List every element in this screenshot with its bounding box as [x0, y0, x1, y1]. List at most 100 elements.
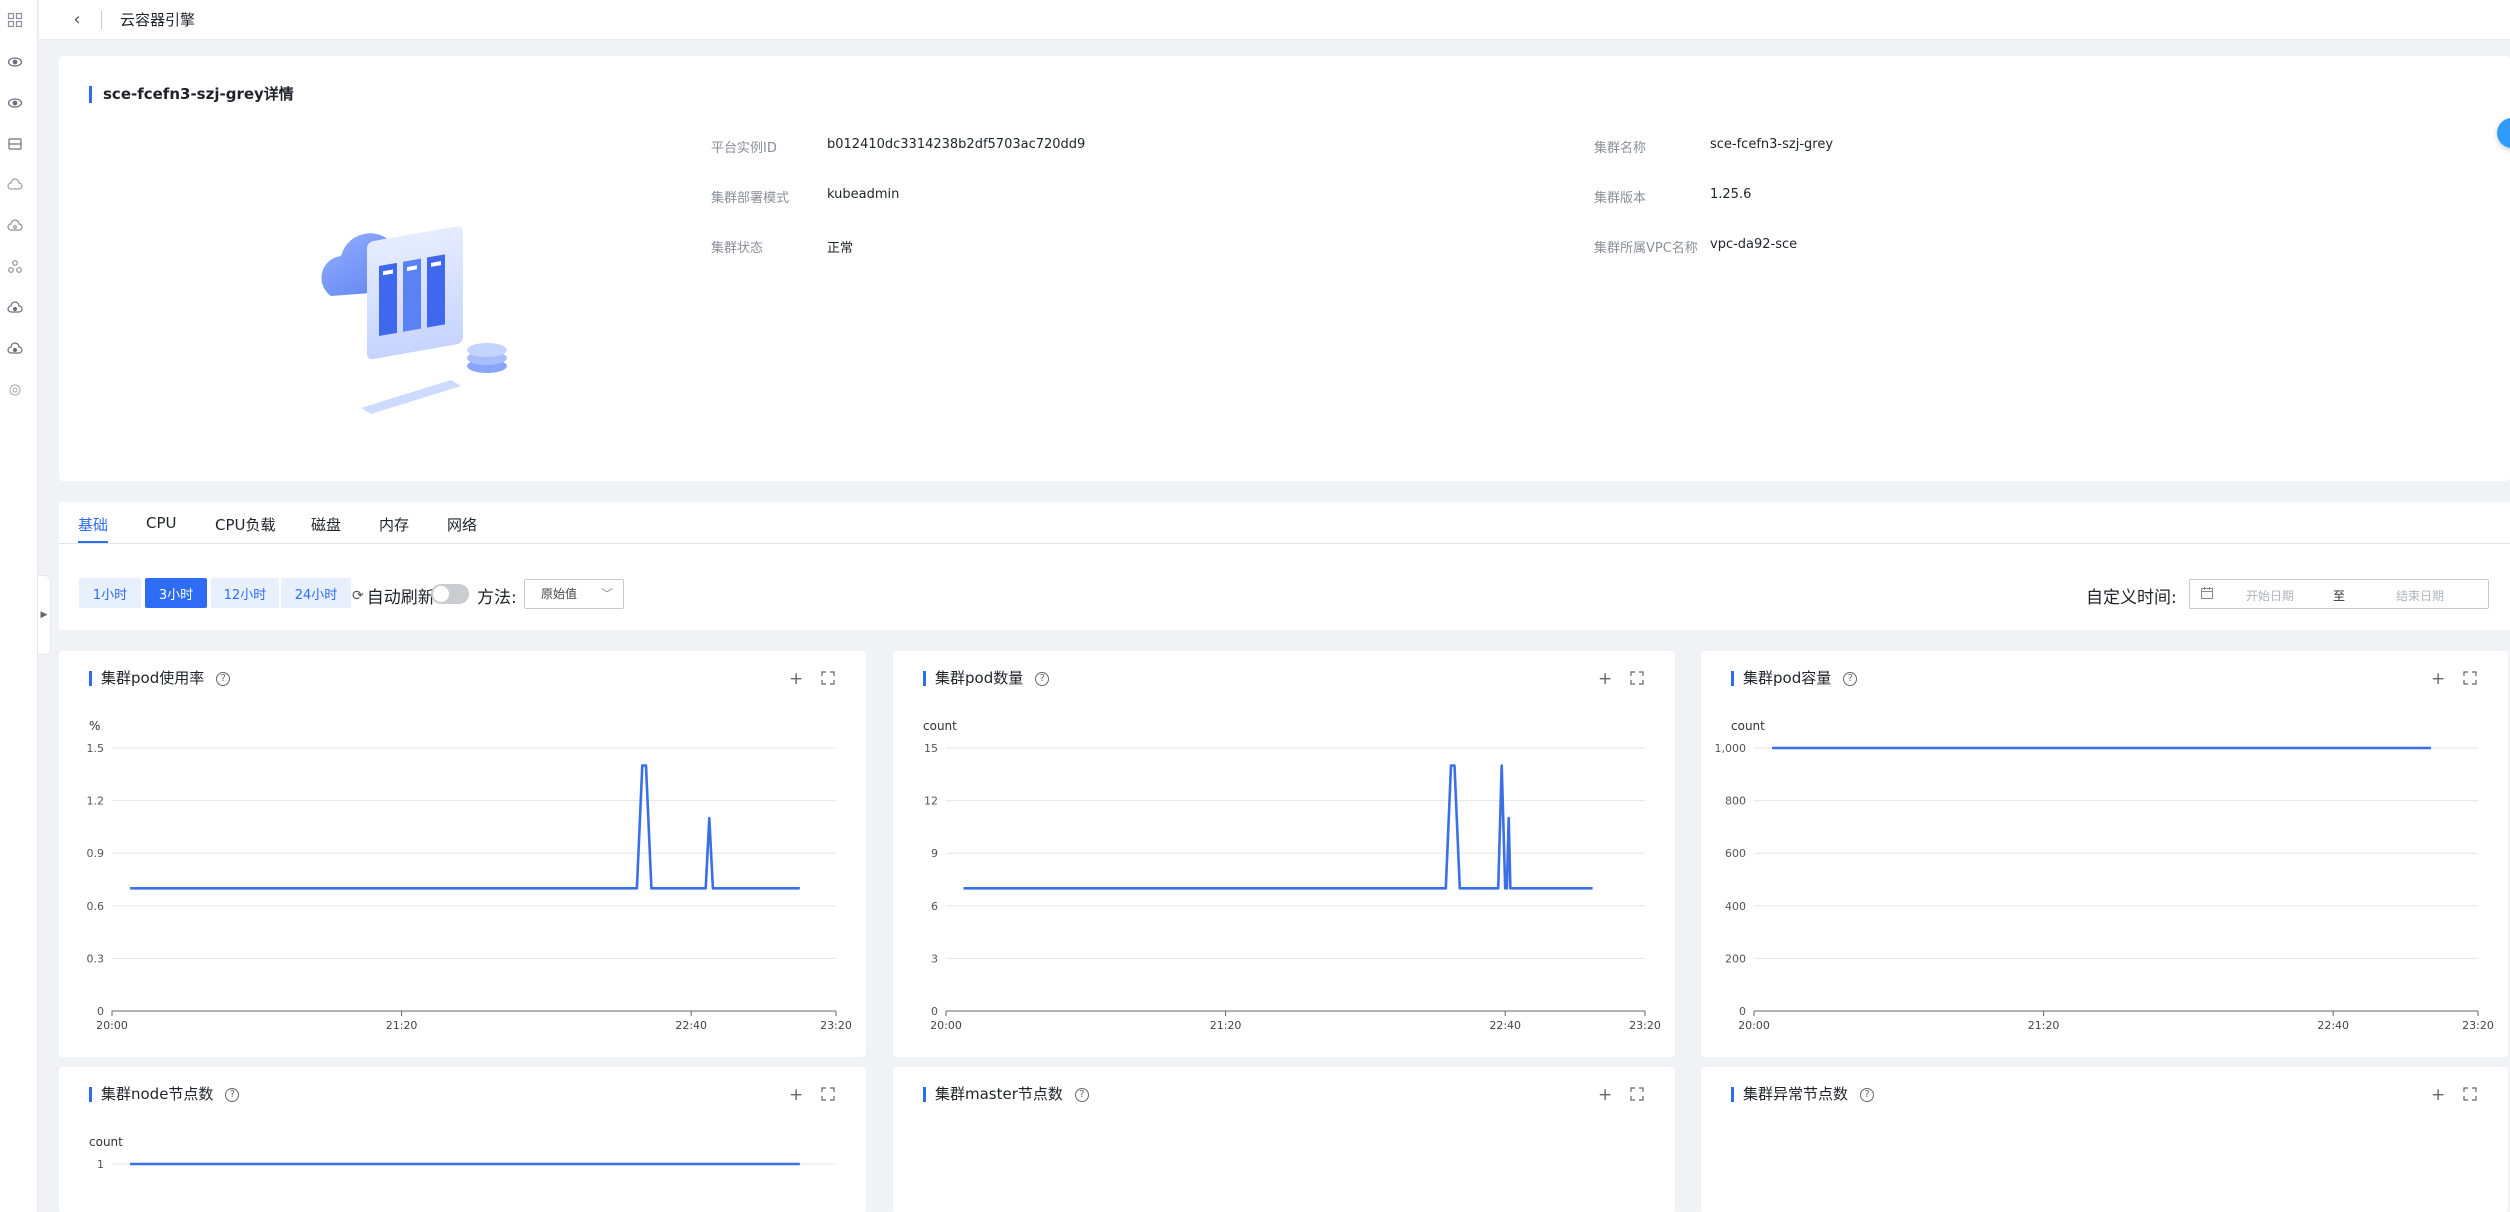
chart-title: 集群pod数量? — [923, 671, 1050, 686]
y-tick-label: 800 — [1725, 795, 1746, 808]
tab-network[interactable]: 网络 — [447, 514, 477, 535]
back-arrow-icon[interactable]: ‹ — [67, 9, 87, 30]
x-tick-label: 21:20 — [2028, 1019, 2060, 1032]
help-icon[interactable]: ? — [1843, 671, 1858, 686]
chart-title-text: 集群pod使用率 — [101, 669, 205, 687]
time-12h-button[interactable]: 12小时 — [211, 578, 279, 608]
cluster-illustration-icon — [321, 226, 507, 414]
y-tick-label: 0 — [97, 1005, 104, 1018]
tab-memory[interactable]: 内存 — [379, 514, 409, 535]
auto-refresh-toggle[interactable] — [431, 584, 469, 604]
chart-panel-pod-usage: 集群pod使用率? + % 0 0.3 0.6 0.9 1.2 1.5 20:00 21:20 2… — [59, 651, 866, 1057]
end-date-input[interactable]: 结束日期 — [2396, 587, 2444, 604]
page-title: 云容器引擎 — [120, 11, 196, 29]
help-icon[interactable]: ? — [1860, 1087, 1875, 1102]
field-value: vpc-da92-sce — [1710, 237, 1798, 252]
y-tick-label: 0.6 — [87, 900, 105, 913]
pod-capacity-chart: count 0 200 400 600 800 1,000 20:00 21:20 22:40 23… — [1715, 719, 2494, 1032]
fullscreen-icon[interactable] — [821, 671, 835, 688]
y-tick-label: 0 — [931, 1005, 938, 1018]
custom-time-label: 自定义时间: — [2086, 588, 2177, 608]
method-value: 原始值 — [541, 587, 578, 601]
field-value: sce-fcefn3-szj-grey — [1710, 137, 1834, 152]
add-icon[interactable]: + — [789, 1087, 803, 1104]
add-icon[interactable]: + — [789, 671, 803, 688]
tab-basic[interactable]: 基础 — [78, 514, 109, 543]
x-tick-label: 21:20 — [1210, 1019, 1242, 1032]
start-date-input[interactable]: 开始日期 — [2246, 587, 2294, 604]
chart-title: 集群node节点数? — [89, 1087, 240, 1102]
x-tick-label: 20:00 — [930, 1019, 962, 1032]
y-tick-label: 1 — [97, 1158, 104, 1171]
metric-tabs: 基础 CPU CPU负载 磁盘 内存 网络 — [59, 502, 2510, 544]
rail-collapse-handle[interactable]: ▶ — [38, 575, 51, 655]
filter-bar: 1小时 3小时 12小时 24小时 ⟳ 自动刷新 方法: 原始值 ﹀ 自定义时间… — [59, 544, 2510, 630]
header-divider — [101, 10, 102, 29]
x-tick-label: 20:00 — [96, 1019, 128, 1032]
help-icon[interactable]: ? — [1074, 1087, 1089, 1102]
add-icon[interactable]: + — [2431, 671, 2445, 688]
help-icon[interactable]: ? — [225, 1087, 240, 1102]
time-1h-button[interactable]: 1小时 — [79, 578, 141, 608]
cluster-nodes-icon[interactable] — [7, 259, 23, 275]
y-tick-label: 600 — [1725, 847, 1746, 860]
y-tick-label: 1.2 — [87, 795, 105, 808]
auto-refresh-label: 自动刷新 — [366, 588, 435, 608]
x-tick-label: 20:00 — [1738, 1019, 1770, 1032]
fullscreen-icon[interactable] — [821, 1087, 835, 1104]
y-unit-label: count — [1731, 719, 1765, 733]
left-rail — [0, 0, 38, 1212]
pod-count-chart: count 0 3 6 9 12 15 20:00 21:20 22:40 23:20 — [923, 719, 1661, 1032]
tab-cpu[interactable]: CPU — [146, 514, 177, 532]
toggle-knob — [433, 586, 449, 602]
field-value: kubeadmin — [827, 187, 900, 202]
server-icon[interactable] — [7, 136, 23, 152]
field-label: 集群所属VPC名称 — [1594, 241, 1698, 256]
cloud-icon[interactable] — [7, 177, 23, 193]
fullscreen-icon[interactable] — [1630, 1087, 1644, 1104]
x-tick-label: 22:40 — [675, 1019, 707, 1032]
y-tick-label: 1,000 — [1715, 742, 1747, 755]
cloud-eye-icon[interactable] — [7, 54, 23, 70]
time-3h-button[interactable]: 3小时 — [145, 578, 207, 608]
field-label: 平台实例ID — [711, 141, 777, 156]
help-icon[interactable]: ? — [1035, 671, 1050, 686]
y-tick-label: 12 — [924, 795, 938, 808]
cloud-service-icon[interactable] — [7, 341, 23, 357]
pod-usage-chart: % 0 0.3 0.6 0.9 1.2 1.5 20:00 21:20 22:40 23:20 — [87, 719, 852, 1032]
y-tick-label: 1.5 — [87, 742, 105, 755]
chart-title: 集群pod使用率? — [89, 669, 231, 687]
gear-icon[interactable] — [7, 382, 23, 398]
fullscreen-icon[interactable] — [1630, 671, 1644, 688]
cloud-monitor-icon[interactable] — [7, 95, 23, 111]
y-unit-label: count — [923, 719, 957, 733]
apps-grid-icon[interactable] — [7, 12, 23, 28]
refresh-icon: ⟳ — [352, 587, 364, 604]
fullscreen-icon[interactable] — [2463, 671, 2477, 688]
help-icon[interactable]: ? — [216, 671, 231, 686]
detail-title: sce-fcefn3-szj-grey详情 — [89, 86, 294, 103]
series-line — [130, 764, 800, 890]
date-range-picker[interactable]: 开始日期 至 结束日期 — [2189, 579, 2489, 609]
chart-panel-pod-capacity: 集群pod容量? + count 0 200 400 600 800 1,000 20:00 2… — [1701, 651, 2508, 1057]
chart-title: 集群异常节点数? — [1731, 1087, 1875, 1102]
fullscreen-icon[interactable] — [2463, 1087, 2477, 1104]
field-label: 集群版本 — [1594, 191, 1647, 206]
y-unit-label: count — [89, 1135, 123, 1149]
tab-cpu-load[interactable]: CPU负载 — [215, 514, 276, 535]
field-label: 集群名称 — [1594, 141, 1647, 156]
auto-refresh: ⟳ 自动刷新 — [352, 583, 435, 609]
tab-disk[interactable]: 磁盘 — [311, 514, 341, 535]
container-cloud-icon[interactable] — [7, 300, 23, 316]
time-24h-button[interactable]: 24小时 — [281, 578, 351, 608]
range-separator: 至 — [2333, 589, 2346, 603]
chart-title: 集群pod容量? — [1731, 671, 1858, 686]
add-icon[interactable]: + — [2431, 1087, 2445, 1104]
add-icon[interactable]: + — [1598, 671, 1612, 688]
method-select[interactable]: 原始值 ﹀ — [524, 579, 624, 609]
method-label: 方法: — [477, 588, 517, 608]
add-icon[interactable]: + — [1598, 1087, 1612, 1104]
y-tick-label: 3 — [931, 952, 938, 965]
chart-panel-pod-count: 集群pod数量? + count 0 3 6 9 12 15 20:00 21:20 22:40 2… — [893, 651, 1675, 1057]
cloud-view-icon[interactable] — [7, 218, 23, 234]
